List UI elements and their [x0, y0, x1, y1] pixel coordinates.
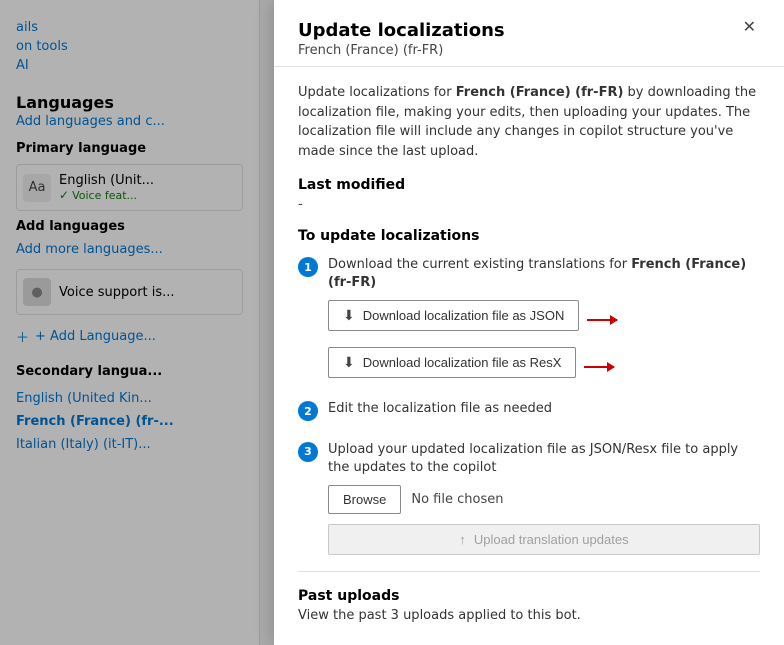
step-1-number: 1: [298, 257, 318, 277]
step-1-text: Download the current existing translatio…: [328, 256, 760, 292]
download-resx-label: Download localization file as ResX: [363, 355, 562, 370]
step-3-content: Upload your updated localization file as…: [328, 441, 760, 555]
past-uploads-title: Past uploads: [298, 588, 760, 604]
section-divider: [298, 571, 760, 572]
upload-translation-button[interactable]: ↑ Upload translation updates: [328, 524, 760, 555]
dialog-title: Update localizations: [298, 20, 505, 41]
upload-icon: ↑: [459, 532, 466, 547]
json-arrow-indicator: [587, 319, 617, 321]
dialog-body: Update localizations for French (France)…: [274, 67, 784, 645]
step-2-content: Edit the localization file as needed: [328, 400, 760, 426]
file-input-row: Browse No file chosen: [328, 485, 760, 514]
download-resx-icon: ⬇: [343, 354, 355, 371]
dialog-description: Update localizations for French (France)…: [298, 83, 760, 161]
description-bold: French (France) (fr-FR): [456, 85, 624, 100]
upload-label: Upload translation updates: [474, 532, 629, 547]
step1-bold: French (France) (fr-FR): [328, 257, 746, 290]
step-2-number: 2: [298, 401, 318, 421]
step-1: 1 Download the current existing translat…: [298, 256, 760, 386]
dialog-subtitle: French (France) (fr-FR): [298, 43, 505, 58]
step-3-text: Upload your updated localization file as…: [328, 441, 760, 477]
step-1-content: Download the current existing translatio…: [328, 256, 760, 386]
no-file-label: No file chosen: [411, 492, 503, 507]
update-localizations-dialog: Update localizations French (France) (fr…: [274, 0, 784, 645]
step-3: 3 Upload your updated localization file …: [298, 441, 760, 555]
dialog-title-section: Update localizations French (France) (fr…: [298, 20, 505, 58]
resx-arrow-indicator: [584, 366, 614, 368]
last-modified-value: -: [298, 197, 760, 212]
step-2: 2 Edit the localization file as needed: [298, 400, 760, 426]
step-2-text: Edit the localization file as needed: [328, 400, 760, 418]
download-json-button[interactable]: ⬇ Download localization file as JSON: [328, 300, 579, 331]
step-3-number: 3: [298, 442, 318, 462]
download-json-label: Download localization file as JSON: [363, 308, 565, 323]
download-json-icon: ⬇: [343, 307, 355, 324]
dialog-header: Update localizations French (France) (fr…: [274, 0, 784, 67]
download-resx-button[interactable]: ⬇ Download localization file as ResX: [328, 347, 576, 378]
past-uploads-text: View the past 3 uploads applied to this …: [298, 608, 760, 623]
last-modified-label: Last modified: [298, 177, 760, 193]
to-update-title: To update localizations: [298, 228, 760, 244]
browse-button[interactable]: Browse: [328, 485, 401, 514]
close-button[interactable]: ✕: [739, 18, 760, 38]
